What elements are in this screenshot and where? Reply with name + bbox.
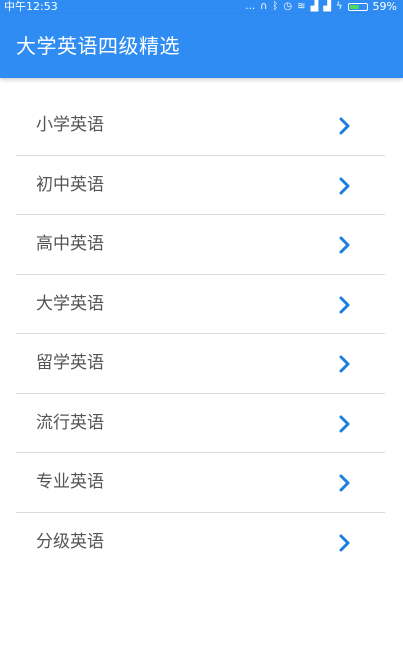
list-item-professional-english[interactable]: 专业英语	[16, 453, 385, 513]
chevron-right-icon	[339, 117, 350, 135]
list-item-label: 大学英语	[36, 293, 104, 314]
list-item-graded-english[interactable]: 分级英语	[16, 513, 385, 573]
list-item-label: 小学英语	[36, 115, 104, 135]
list-item-primary-english[interactable]: 小学英语	[16, 96, 385, 156]
chevron-right-icon	[339, 236, 350, 254]
chevron-right-icon	[339, 355, 350, 373]
signal-icon: ▟	[323, 1, 331, 12]
battery-icon	[347, 3, 368, 11]
chevron-right-icon	[339, 177, 350, 194]
chevron-right-icon	[339, 296, 350, 313]
battery-level	[349, 5, 359, 9]
chevron-right-icon	[339, 534, 350, 551]
list-item-senior-english[interactable]: 高中英语	[16, 215, 385, 275]
list-item-junior-english[interactable]: 初中英语	[16, 156, 385, 215]
list-item-label: 高中英语	[36, 234, 104, 254]
chevron-right-icon	[339, 415, 350, 432]
more-icon: …	[245, 1, 256, 12]
alarm-icon: ◷	[283, 1, 293, 12]
signal-icon: ▟	[310, 1, 319, 12]
status-icons: … ∩ ᛒ ◷ ≋ ▟ ▟ ϟ 59%	[245, 0, 397, 14]
category-list: 小学英语 初中英语 高中英语 大学英语 留学英语 流行英语 专业英语 分级英语	[16, 96, 385, 572]
status-bar: 中午12:53 … ∩ ᛒ ◷ ≋ ▟ ▟ ϟ 59%	[0, 0, 403, 14]
list-item-label: 流行英语	[36, 412, 104, 433]
page-title: 大学英语四级精选	[16, 34, 180, 58]
bluetooth-icon: ᛒ	[272, 1, 279, 12]
list-item-label: 专业英语	[36, 472, 104, 492]
app-bar: 大学英语四级精选	[0, 14, 403, 78]
list-item-label: 初中英语	[36, 174, 104, 195]
headset-icon: ∩	[260, 1, 268, 12]
list-item-label: 分级英语	[36, 531, 104, 552]
list-item-label: 留学英语	[36, 353, 104, 373]
wifi-icon: ≋	[297, 1, 306, 12]
status-time: 中午12:53	[4, 0, 58, 13]
list-item-college-english[interactable]: 大学英语	[16, 275, 385, 334]
chevron-right-icon	[339, 474, 350, 492]
battery-percent: 59%	[372, 0, 397, 13]
list-item-popular-english[interactable]: 流行英语	[16, 394, 385, 453]
charging-icon: ϟ	[335, 1, 343, 12]
list-item-study-abroad-english[interactable]: 留学英语	[16, 334, 385, 394]
